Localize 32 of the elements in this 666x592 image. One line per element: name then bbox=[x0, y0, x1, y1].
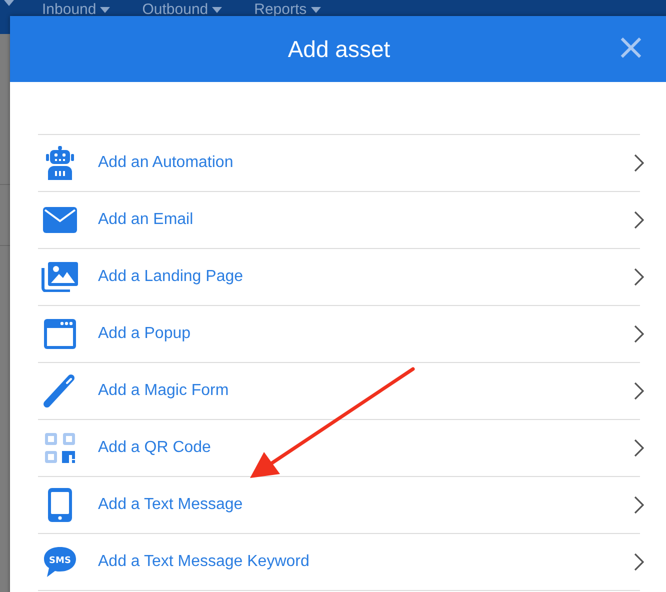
caret-icon bbox=[310, 7, 321, 13]
sms-bubble-icon: SMS bbox=[43, 546, 77, 578]
close-button[interactable]: × bbox=[612, 30, 650, 66]
caret-icon bbox=[100, 7, 110, 13]
wand-icon bbox=[43, 374, 77, 408]
asset-option[interactable]: Add a Popup bbox=[38, 306, 640, 363]
asset-option[interactable]: Add an Email bbox=[38, 192, 640, 249]
dialog-title: Add asset bbox=[288, 36, 390, 62]
asset-option[interactable]: Add a Text Message bbox=[38, 477, 640, 534]
caret-icon bbox=[4, 0, 14, 6]
asset-option[interactable]: SMS Add a Text Message Keyword bbox=[38, 534, 640, 591]
chevron-right-icon bbox=[634, 325, 644, 343]
chevron-right-icon bbox=[634, 439, 644, 457]
asset-option[interactable]: Add an Automation bbox=[38, 135, 640, 192]
nav-menu-item[interactable]: Inbound bbox=[42, 0, 110, 20]
robot-icon bbox=[45, 146, 75, 180]
nav-menu-item[interactable]: Outbound bbox=[142, 0, 222, 20]
chevron-right-icon bbox=[634, 553, 644, 571]
asset-option[interactable]: Add a Landing Page bbox=[38, 249, 640, 306]
qr-code-icon bbox=[45, 433, 75, 463]
chevron-right-icon bbox=[634, 496, 644, 514]
chevron-right-icon bbox=[634, 211, 644, 229]
phone-icon bbox=[48, 488, 72, 522]
envelope-icon bbox=[43, 207, 77, 233]
asset-option[interactable]: Add a Magic Form bbox=[38, 363, 640, 420]
caret-icon bbox=[212, 7, 222, 13]
chevron-right-icon bbox=[634, 268, 644, 286]
images-icon bbox=[41, 262, 79, 292]
browser-window-icon bbox=[44, 319, 76, 349]
chevron-right-icon bbox=[634, 382, 644, 400]
nav-menu-item[interactable]: Reports bbox=[254, 0, 321, 20]
chevron-right-icon bbox=[634, 154, 644, 172]
